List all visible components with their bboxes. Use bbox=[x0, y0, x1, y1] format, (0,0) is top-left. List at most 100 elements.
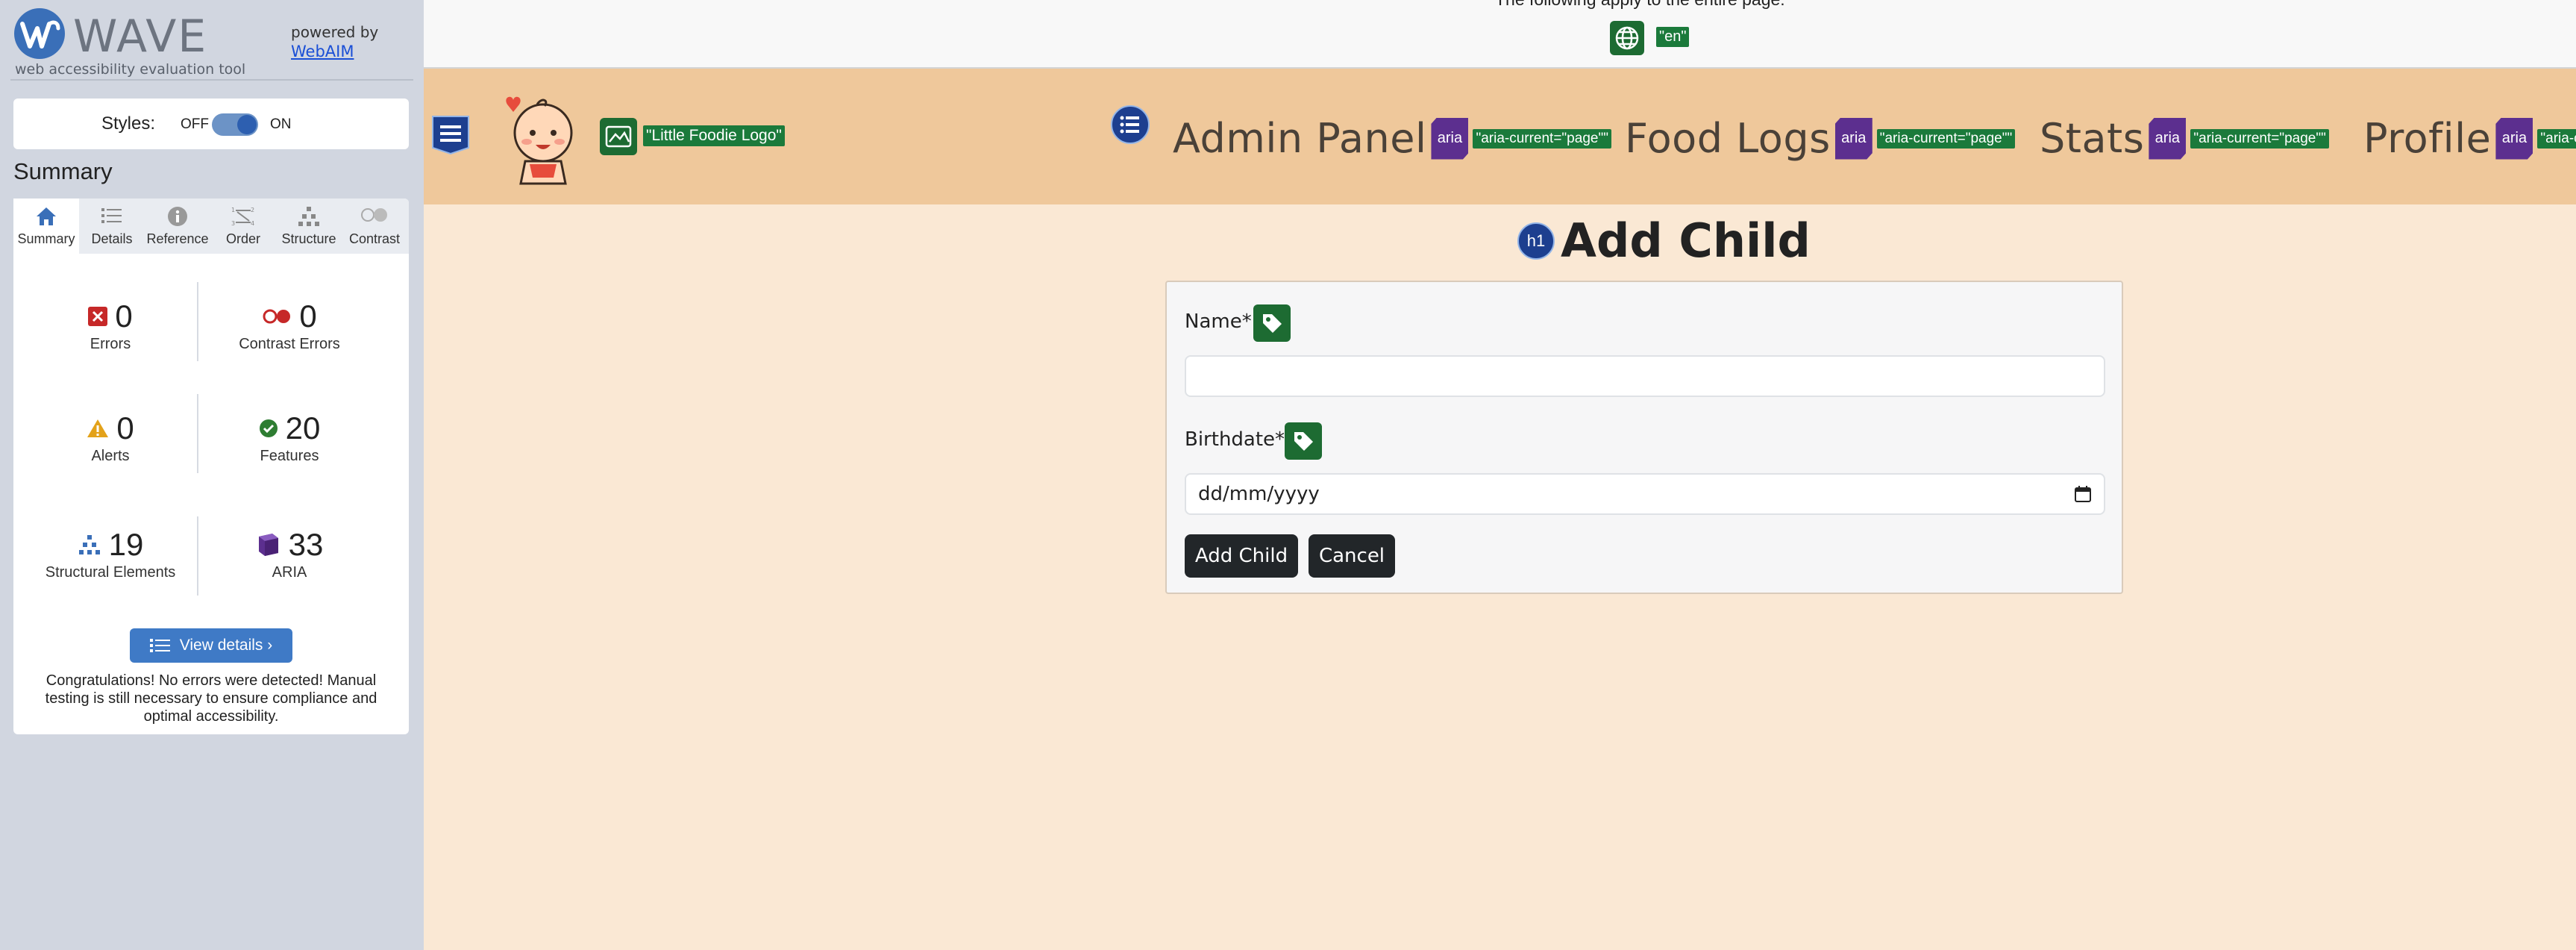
birthdate-label: Birthdate* bbox=[1185, 428, 1285, 451]
errors-count: 0 bbox=[115, 299, 133, 334]
tab-label: Details bbox=[91, 231, 133, 246]
tab-contrast[interactable]: Contrast bbox=[342, 199, 407, 254]
styles-toggle[interactable] bbox=[212, 113, 258, 136]
cancel-button[interactable]: Cancel bbox=[1309, 534, 1395, 578]
wave-wordmark: WAVE bbox=[73, 10, 208, 63]
webaim-link[interactable]: WebAIM bbox=[291, 42, 378, 61]
order-icon: 1 2 3 4 bbox=[231, 207, 254, 227]
birthdate-placeholder: dd/mm/yyyy bbox=[1198, 483, 1320, 505]
contrast-icon bbox=[361, 208, 387, 222]
wave-header: WAVE web accessibility evaluation tool p… bbox=[10, 6, 413, 81]
stat-errors[interactable]: 0 Errors bbox=[21, 299, 200, 353]
stat-divider bbox=[197, 282, 198, 361]
h1-badge-icon[interactable]: h1 bbox=[1517, 222, 1555, 260]
birthdate-field[interactable]: dd/mm/yyyy bbox=[1185, 473, 2105, 515]
wave-page-notice: The following apply to the entire page: … bbox=[424, 0, 2576, 69]
language-globe-icon[interactable] bbox=[1610, 21, 1644, 55]
tab-structure[interactable]: Structure bbox=[276, 199, 342, 254]
unordered-list-icon[interactable] bbox=[1110, 104, 1150, 145]
calendar-icon[interactable] bbox=[2074, 485, 2092, 503]
aria-badge-icon[interactable]: aria bbox=[2149, 117, 2187, 160]
powered-by-text: powered by bbox=[291, 23, 379, 41]
stat-alerts[interactable]: 0 Alerts bbox=[21, 410, 200, 465]
aria-label: ARIA bbox=[272, 564, 307, 581]
styles-label: Styles: bbox=[101, 113, 156, 134]
page-heading: h1 Add Child bbox=[1517, 213, 1811, 268]
nav-item-profile[interactable]: Profile aria "aria-cu bbox=[2363, 115, 2576, 162]
nav-item-food-logs[interactable]: Food Logs aria "aria-current="page"" bbox=[1625, 115, 2016, 162]
structure-icon bbox=[78, 535, 100, 554]
view-details-button[interactable]: View details › bbox=[130, 628, 292, 663]
aria-cube-icon bbox=[258, 534, 278, 556]
image-alt-icon[interactable] bbox=[600, 118, 637, 155]
nav-link-admin-panel[interactable]: Admin Panel bbox=[1173, 115, 1426, 162]
tab-reference[interactable]: Reference bbox=[145, 199, 210, 254]
contrast-errors-label: Contrast Errors bbox=[239, 336, 340, 352]
contrast-error-icon bbox=[263, 309, 291, 324]
list-icon bbox=[101, 208, 122, 223]
tab-label: Order bbox=[225, 231, 260, 246]
aria-current-tag: "aria-cu bbox=[2537, 128, 2576, 149]
alerts-count: 0 bbox=[116, 410, 134, 446]
tab-summary[interactable]: Summary bbox=[13, 199, 79, 254]
aria-badge-icon[interactable]: aria bbox=[1431, 117, 1469, 160]
label-tag-icon[interactable] bbox=[1253, 304, 1291, 342]
stat-divider bbox=[197, 516, 198, 596]
aria-current-tag: "aria-current="page"" bbox=[2190, 128, 2329, 149]
svg-text:4: 4 bbox=[251, 220, 254, 227]
stat-structural[interactable]: 19 Structural Elements bbox=[21, 527, 200, 581]
nav-link-food-logs[interactable]: Food Logs bbox=[1625, 115, 1831, 162]
alert-icon bbox=[87, 419, 109, 437]
structure-icon bbox=[298, 207, 319, 226]
label-tag-icon[interactable] bbox=[1285, 422, 1322, 460]
nav-item-stats[interactable]: Stats aria "aria-current="page"" bbox=[2040, 115, 2329, 162]
wave-logo-icon bbox=[14, 8, 65, 59]
alerts-label: Alerts bbox=[91, 448, 130, 464]
toggle-knob bbox=[237, 115, 257, 134]
add-child-button[interactable]: Add Child bbox=[1185, 534, 1298, 578]
add-child-form: Name* Birthdate* dd/mm/yyyy Add Child Ca… bbox=[1165, 281, 2123, 594]
little-foodie-logo[interactable] bbox=[500, 90, 582, 187]
info-icon bbox=[168, 207, 187, 226]
styles-off-label: OFF bbox=[181, 116, 209, 132]
features-label: Features bbox=[260, 448, 319, 464]
powered-by: powered by WebAIM bbox=[291, 22, 378, 61]
svg-text:3: 3 bbox=[231, 220, 235, 227]
aria-badge-icon[interactable]: aria bbox=[2495, 117, 2533, 160]
errors-label: Errors bbox=[90, 336, 131, 352]
styles-panel: Styles: OFF ON bbox=[13, 99, 409, 149]
congrats-message: Congratulations! No errors were detected… bbox=[45, 672, 377, 725]
tab-label: Summary bbox=[17, 231, 75, 246]
contrast-errors-count: 0 bbox=[299, 299, 317, 334]
stat-features[interactable]: 20 Features bbox=[200, 410, 379, 465]
nav-link-stats[interactable]: Stats bbox=[2040, 115, 2144, 162]
tab-order[interactable]: 1 2 3 4 Order bbox=[210, 199, 276, 254]
wave-tabbar: Summary Details Reference 1 2 3 4 Order Str… bbox=[13, 199, 409, 254]
features-count: 20 bbox=[285, 410, 321, 446]
navigation-structure-icon[interactable] bbox=[430, 113, 471, 155]
svg-text:2: 2 bbox=[251, 207, 254, 213]
aria-count: 33 bbox=[288, 527, 324, 562]
aria-current-tag: "aria-current="page"" bbox=[1876, 128, 2016, 149]
navbar: "Little Foodie Logo" Admin Panel aria "a… bbox=[424, 69, 2576, 204]
aria-badge-icon[interactable]: aria bbox=[1834, 117, 1873, 160]
tab-label: Reference bbox=[146, 231, 209, 246]
notice-text: The following apply to the entire page: bbox=[1495, 0, 1785, 10]
tab-label: Structure bbox=[281, 231, 336, 246]
name-field[interactable] bbox=[1185, 355, 2105, 397]
name-label: Name* bbox=[1185, 310, 1252, 333]
tab-details[interactable]: Details bbox=[79, 199, 145, 254]
logo-alt-tag: "Little Foodie Logo" bbox=[643, 125, 785, 146]
error-icon bbox=[88, 307, 108, 326]
lang-tag: "en" bbox=[1656, 27, 1690, 47]
wave-sidebar: WAVE web accessibility evaluation tool p… bbox=[0, 0, 424, 950]
home-icon bbox=[37, 207, 56, 225]
stat-contrast-errors[interactable]: 0 Contrast Errors bbox=[200, 299, 379, 353]
stat-aria[interactable]: 33 ARIA bbox=[200, 527, 379, 581]
tab-label: Contrast bbox=[348, 231, 401, 246]
svg-text:1: 1 bbox=[231, 207, 235, 213]
summary-panel: Summary Details Reference 1 2 3 4 Order Str… bbox=[13, 199, 409, 734]
nav-link-profile[interactable]: Profile bbox=[2363, 115, 2491, 162]
nav-item-admin-panel[interactable]: Admin Panel aria "aria-current="page"" bbox=[1173, 115, 1611, 162]
wave-tagline: web accessibility evaluation tool bbox=[15, 61, 246, 78]
